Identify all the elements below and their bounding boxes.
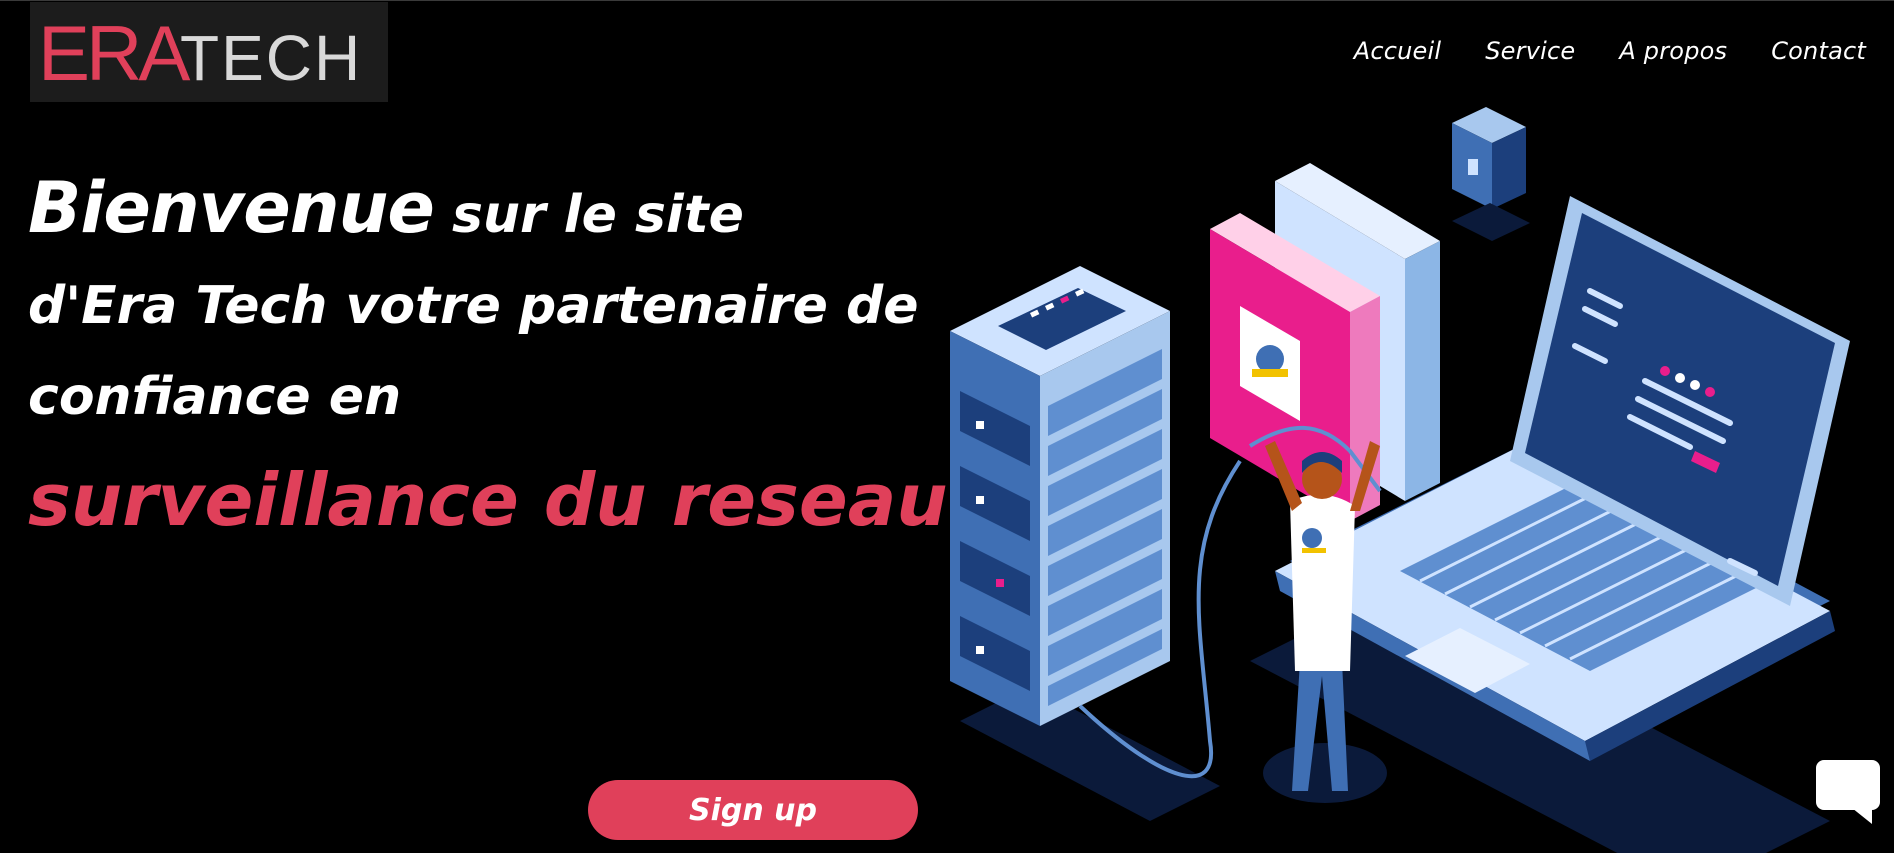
- logo-era-text: ERA: [38, 12, 190, 92]
- server-shadow: [960, 686, 1220, 821]
- hero-typed-text: surveillance du reseau: [28, 458, 948, 542]
- network-illustration: [950, 107, 1850, 853]
- person-shadow: [1263, 743, 1387, 803]
- floating-cube: [1452, 107, 1530, 241]
- logo-mark: ERA TECH: [38, 12, 362, 92]
- main-nav: Accueil Service A propos Contact: [1354, 37, 1866, 65]
- server-rack: [950, 266, 1170, 726]
- signup-button[interactable]: Sign up: [588, 780, 918, 840]
- logo[interactable]: ERA TECH: [30, 2, 388, 102]
- hero-typed-line: surveillance du reseau: [28, 442, 957, 558]
- chat-bubble-shape: [1816, 760, 1880, 824]
- hero-line-1: Bienvenue sur le site: [28, 163, 957, 260]
- nav-contact[interactable]: Contact: [1771, 37, 1866, 65]
- hero-line-1-rest: sur le site: [433, 185, 744, 245]
- chat-bubble-icon[interactable]: [1814, 758, 1882, 826]
- page: ERA TECH Accueil Service A propos Contac…: [0, 0, 1894, 853]
- hero-line-3: confiance en: [28, 367, 402, 427]
- nav-a-propos[interactable]: A propos: [1619, 37, 1727, 65]
- nav-service[interactable]: Service: [1485, 37, 1575, 65]
- hero-line-2: d'Era Tech votre partenaire de: [28, 276, 919, 336]
- nav-accueil[interactable]: Accueil: [1354, 37, 1442, 65]
- hero-heading: Bienvenue sur le site d'Era Tech votre p…: [28, 163, 957, 558]
- logo-tech-text: TECH: [180, 22, 362, 92]
- hero-welcome-word: Bienvenue: [28, 167, 435, 249]
